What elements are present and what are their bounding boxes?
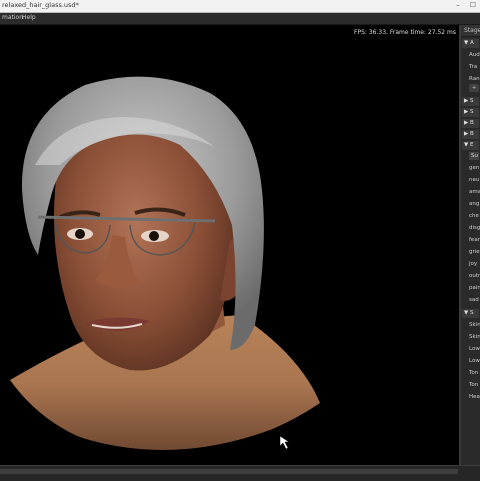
render-viewport[interactable]: FPS: 36.33, Frame time: 27.52 ms (0, 25, 459, 465)
window-controls: – ☐ (456, 1, 476, 9)
skin-row[interactable]: Low (461, 346, 480, 352)
skin-row[interactable]: Skin (461, 322, 480, 328)
skin-row[interactable]: Skin (461, 334, 480, 340)
rendered-head-model (10, 76, 320, 463)
section-a2f-header[interactable]: ▼ A (462, 39, 479, 48)
section-collapsed-2[interactable]: ▶ S (462, 108, 479, 117)
emotion-row[interactable]: pain (461, 285, 480, 291)
emotion-row[interactable]: che (461, 213, 480, 219)
menu-bar: mation Help (0, 13, 480, 25)
emotion-row[interactable]: sad (461, 297, 480, 303)
section-emotion-header[interactable]: ▼ E (462, 141, 479, 150)
window-title: relaxed_hair_glass.usd* (2, 1, 79, 9)
status-bar (0, 465, 480, 481)
skin-row[interactable]: Ton (461, 382, 480, 388)
section-collapsed-4-label: B (469, 131, 474, 137)
emotion-row[interactable]: ama (461, 189, 480, 195)
menu-animation[interactable]: mation (2, 14, 23, 21)
panel-title[interactable]: Stage (461, 25, 480, 37)
emotion-row[interactable]: ang (461, 201, 480, 207)
section-collapsed-3[interactable]: ▶ B (462, 119, 479, 128)
skin-row[interactable]: Hea (461, 394, 480, 400)
section-collapsed-4[interactable]: ▶ B (462, 130, 479, 139)
row-audio: Audi (469, 52, 480, 58)
menu-help[interactable]: Help (22, 14, 36, 21)
emotion-row[interactable]: grie (461, 249, 480, 255)
timeline-scrollbar[interactable] (0, 469, 458, 474)
emotion-row[interactable]: outr (461, 273, 480, 279)
maximize-icon[interactable]: ☐ (470, 1, 476, 9)
section-skin-header[interactable]: ▼ S (462, 309, 479, 318)
emotion-row[interactable]: joy (461, 261, 480, 267)
section-emotion-label: E (469, 142, 474, 148)
emotion-row[interactable]: disg (461, 225, 480, 231)
section-collapsed-2-label: S (469, 109, 474, 115)
row-range: Ran (469, 76, 480, 82)
section-collapsed-1-label: S (469, 98, 474, 104)
skin-row[interactable]: Ton (461, 370, 480, 376)
skin-row[interactable]: Low (461, 358, 480, 364)
emotion-row[interactable]: fear (461, 237, 480, 243)
section-a2f-label: A (469, 40, 474, 46)
minimize-icon[interactable]: – (456, 1, 460, 9)
emotion-row[interactable]: gen (461, 165, 480, 171)
window-titlebar: relaxed_hair_glass.usd* – ☐ (0, 0, 480, 13)
emotion-search-field[interactable]: Su (469, 152, 479, 160)
section-collapsed-3-label: B (469, 120, 474, 126)
section-collapsed-1[interactable]: ▶ S (462, 97, 479, 106)
emotion-row[interactable]: neu (461, 177, 480, 183)
add-button[interactable]: + (469, 84, 479, 92)
row-track: Tra (469, 64, 478, 70)
emotion-list: gen neu ama ang che disg fear grie joy o… (461, 165, 480, 303)
skin-list: Skin Skin Low Low Ton Ton Hea (461, 322, 480, 400)
stage-panel: Stage ▼ A Audi Tra Ran + ▶ S ▶ S ▶ B ▶ B… (461, 25, 480, 465)
section-skin-label: S (469, 310, 474, 316)
